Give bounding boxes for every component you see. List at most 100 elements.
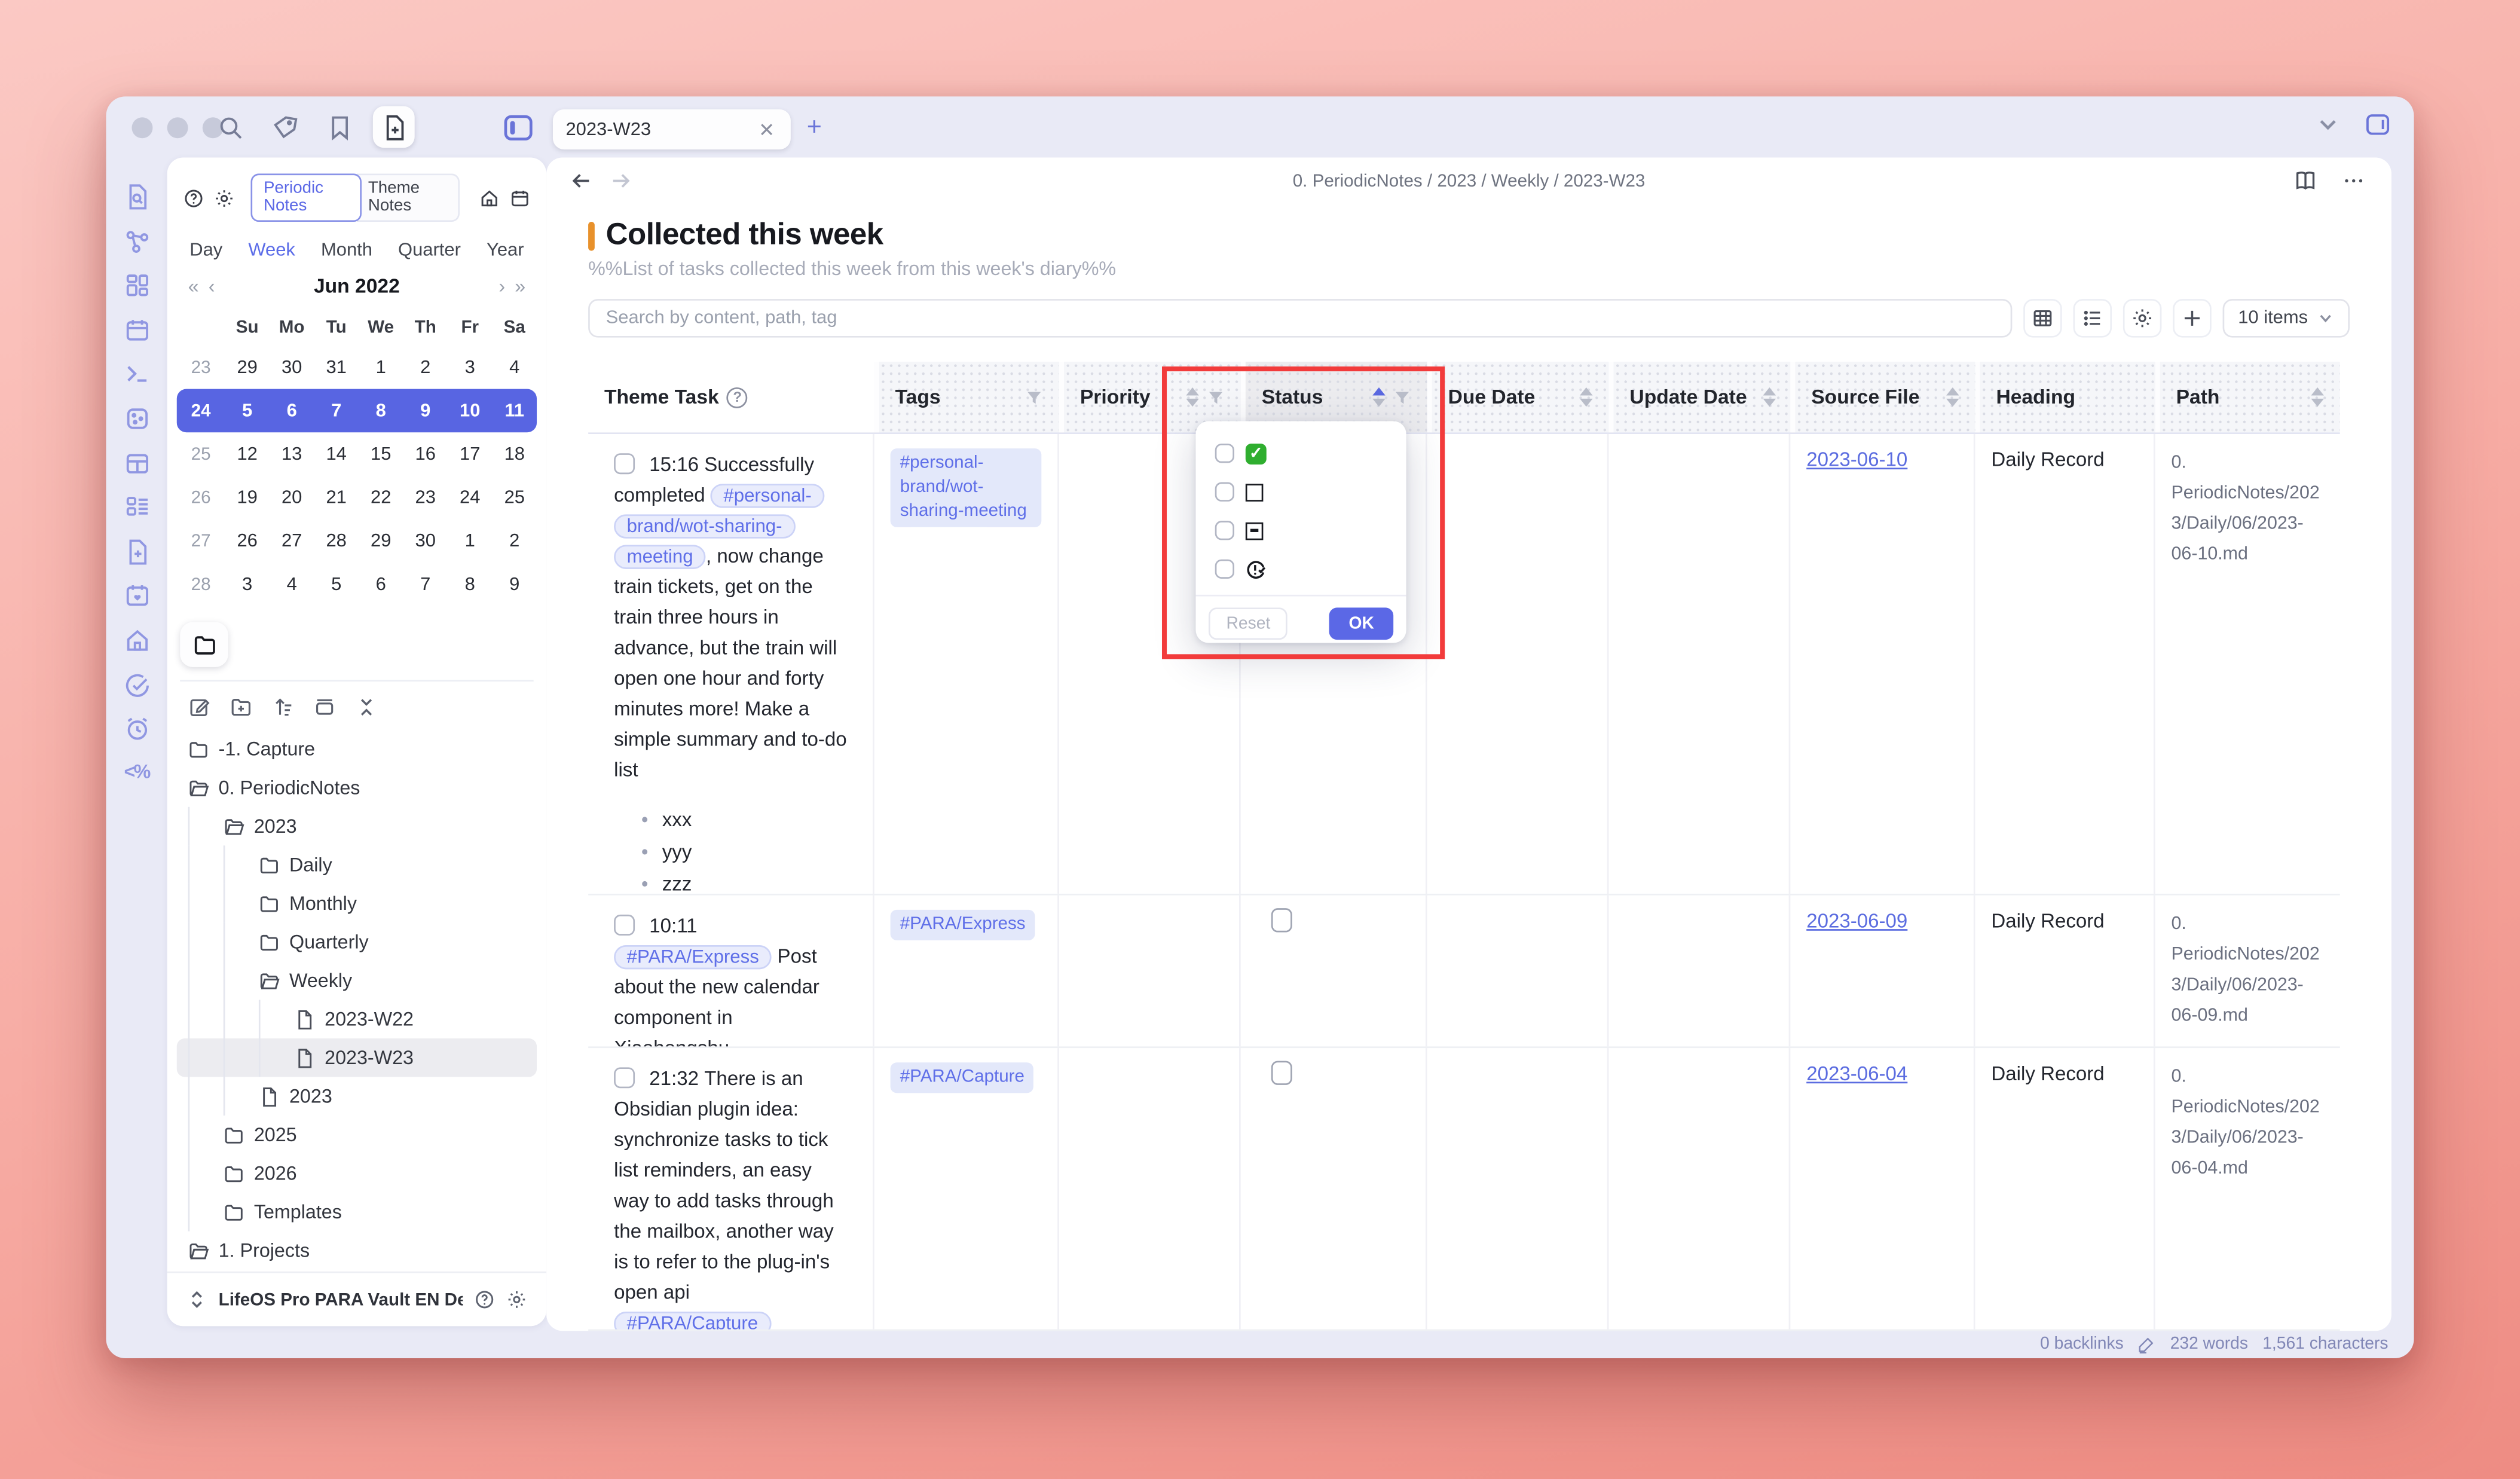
- calendar-day-cell[interactable]: 31: [314, 357, 359, 377]
- tab-close-icon[interactable]: ✕: [756, 118, 778, 141]
- calendar-week-row[interactable]: 27262728293012: [177, 519, 537, 563]
- calendar-day-cell[interactable]: 27: [270, 531, 314, 551]
- list-view-icon[interactable]: [2072, 299, 2111, 338]
- calendar-day-cell[interactable]: 6: [359, 575, 403, 594]
- status-cell[interactable]: [1241, 1048, 1427, 1330]
- next-month-icon[interactable]: ›: [494, 275, 510, 298]
- update-date-cell[interactable]: [1608, 896, 1790, 1047]
- calendar-day-cell[interactable]: 2: [493, 531, 537, 551]
- bookmark-icon[interactable]: [318, 106, 360, 148]
- source-file-link[interactable]: 2023-06-10: [1806, 448, 1907, 471]
- calendar-day-cell[interactable]: 9: [493, 575, 537, 594]
- ok-button[interactable]: OK: [1329, 607, 1393, 640]
- month-year-label[interactable]: Jun 2022: [220, 275, 494, 298]
- calendar-day-cell[interactable]: 29: [359, 531, 403, 551]
- calendar-heart-icon[interactable]: [123, 582, 151, 610]
- tree-item-2023-w23[interactable]: 2023-W23: [177, 1038, 537, 1077]
- status-option-cancelled[interactable]: [1195, 511, 1406, 550]
- file-plus-icon[interactable]: [123, 538, 151, 566]
- close-window-button[interactable]: [131, 117, 152, 138]
- calendar-day-cell[interactable]: 7: [403, 575, 448, 594]
- check-circle-icon[interactable]: [123, 671, 151, 699]
- calendar-day-cell[interactable]: 5: [225, 401, 269, 420]
- calendar-day-cell[interactable]: 3: [448, 357, 493, 377]
- calendar-day-cell[interactable]: 30: [270, 357, 314, 377]
- add-item-plus-icon[interactable]: [2172, 299, 2211, 338]
- calendar-week-row[interactable]: 2512131415161718: [177, 432, 537, 476]
- new-tab-icon[interactable]: +: [807, 114, 822, 143]
- filter-icon[interactable]: [1393, 388, 1411, 406]
- due-date-cell[interactable]: [1427, 434, 1609, 894]
- calendar-day-cell[interactable]: 17: [448, 444, 493, 463]
- tab-periodic-notes[interactable]: Periodic Notes: [250, 173, 362, 222]
- update-date-cell[interactable]: [1608, 1048, 1790, 1330]
- calendar-icon[interactable]: [123, 316, 151, 344]
- status-option-todo[interactable]: [1195, 473, 1406, 512]
- file-search-icon[interactable]: [123, 184, 151, 211]
- calendar-day-cell[interactable]: 25: [493, 488, 537, 507]
- next-year-icon[interactable]: »: [510, 275, 530, 298]
- sort-order-icon[interactable]: [271, 696, 294, 719]
- calendar-week-row[interactable]: 283456789: [177, 563, 537, 606]
- breadcrumb[interactable]: 0. PeriodicNotes / 2023 / Weekly / 2023-…: [546, 172, 2391, 191]
- search-input[interactable]: [588, 299, 2011, 338]
- sort-icon[interactable]: [1763, 387, 1776, 407]
- calendar-day-cell[interactable]: 30: [403, 531, 448, 551]
- more-options-icon[interactable]: [2342, 169, 2366, 192]
- calendar-day-cell[interactable]: 29: [225, 357, 269, 377]
- pencil-edit-icon[interactable]: [2138, 1335, 2156, 1353]
- column-header-theme-task[interactable]: Theme Task ?: [588, 362, 874, 432]
- tree-item-2023-w22[interactable]: 2023-W22: [177, 1000, 537, 1038]
- word-count[interactable]: 232 words: [2170, 1334, 2248, 1353]
- status-checkbox[interactable]: [1271, 908, 1292, 932]
- tree-item-2023[interactable]: 2023: [177, 1077, 537, 1116]
- tree-item-quarterly[interactable]: Quarterly: [177, 922, 537, 961]
- status-checkbox[interactable]: [1271, 1061, 1292, 1085]
- help-circle-icon[interactable]: ?: [727, 387, 748, 408]
- due-date-cell[interactable]: [1427, 1048, 1609, 1330]
- calendar-day-cell[interactable]: 14: [314, 444, 359, 463]
- status-option-done[interactable]: ✓: [1195, 434, 1406, 473]
- minimize-window-button[interactable]: [167, 117, 188, 138]
- calendar-day-cell[interactable]: 1: [359, 357, 403, 377]
- alarm-clock-icon[interactable]: [123, 716, 151, 743]
- tree-item-monthly[interactable]: Monthly: [177, 884, 537, 923]
- calendar-week-row[interactable]: 2619202122232425: [177, 476, 537, 520]
- help-circle-icon[interactable]: [474, 1289, 495, 1310]
- task-checkbox[interactable]: [614, 915, 635, 936]
- templater-icon[interactable]: <%: [124, 760, 149, 783]
- collapse-all-icon[interactable]: [355, 696, 378, 719]
- sort-icon[interactable]: [1946, 387, 1959, 407]
- new-folder-icon[interactable]: [230, 696, 252, 719]
- items-count-dropdown[interactable]: 10 items: [2222, 299, 2350, 338]
- calendar-week-row[interactable]: 24567891011: [177, 389, 537, 433]
- tree-item-2023[interactable]: 2023: [177, 807, 537, 846]
- reading-view-book-icon[interactable]: [2293, 169, 2317, 192]
- calendar-day-cell[interactable]: 19: [225, 488, 269, 507]
- tag-chip[interactable]: #PARA/Capture: [891, 1062, 1035, 1093]
- inline-tag[interactable]: #PARA/Express: [614, 945, 772, 969]
- calendar-day-cell[interactable]: 15: [359, 444, 403, 463]
- tag-icon[interactable]: [264, 106, 305, 148]
- calendar-day-cell[interactable]: 28: [314, 531, 359, 551]
- calendar-day-cell[interactable]: 1: [448, 531, 493, 551]
- period-tab-month[interactable]: Month: [321, 241, 372, 260]
- tab-theme-notes[interactable]: Theme Notes: [357, 173, 460, 222]
- vault-switcher[interactable]: LifeOS Pro PARA Vault EN De...: [167, 1272, 547, 1326]
- column-header-path[interactable]: Path: [2155, 362, 2340, 432]
- new-note-icon[interactable]: [188, 696, 211, 719]
- status-option-scheduled[interactable]: [1195, 550, 1406, 589]
- period-tab-day[interactable]: Day: [189, 241, 222, 260]
- tree-item-2026[interactable]: 2026: [177, 1154, 537, 1193]
- layout-table-icon[interactable]: [123, 450, 151, 477]
- new-file-icon[interactable]: [373, 106, 415, 148]
- calendar-day-cell[interactable]: 23: [403, 488, 448, 507]
- calendar-day-cell[interactable]: 13: [270, 444, 314, 463]
- reset-button[interactable]: Reset: [1209, 607, 1288, 640]
- home-icon[interactable]: [479, 187, 500, 208]
- column-header-source-file[interactable]: Source File: [1790, 362, 1975, 432]
- priority-cell[interactable]: [1059, 1048, 1241, 1330]
- calendar-day-cell[interactable]: 4: [493, 357, 537, 377]
- calendar-day-cell[interactable]: 22: [359, 488, 403, 507]
- calendar-day-cell[interactable]: 2: [403, 357, 448, 377]
